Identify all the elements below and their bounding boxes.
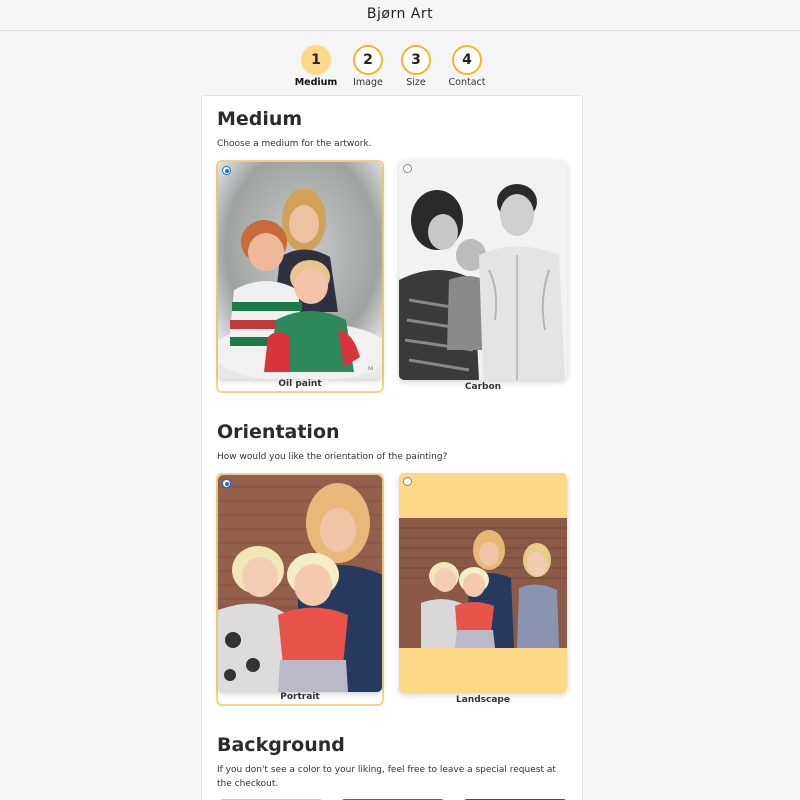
option-label: Portrait xyxy=(280,692,320,702)
step-number: 1 xyxy=(301,45,331,75)
orientation-description: How would you like the orientation of th… xyxy=(217,452,448,462)
top-bar: Bjørn Art xyxy=(0,0,800,31)
orientation-option-portrait[interactable]: Portrait xyxy=(216,473,384,706)
radio-button[interactable] xyxy=(222,166,231,175)
option-label: Landscape xyxy=(456,695,510,705)
background-description: If you don't see a color to your liking,… xyxy=(217,765,556,789)
step-contact[interactable]: 4 Contact xyxy=(437,45,497,88)
orientation-title: Orientation xyxy=(217,421,340,443)
landscape-image xyxy=(399,473,567,693)
radio-button[interactable] xyxy=(403,477,412,486)
carbon-image xyxy=(399,160,567,380)
option-label: Oil paint xyxy=(278,379,322,389)
medium-option-oil-paint[interactable]: M Oil paint xyxy=(216,160,384,393)
option-label: Carbon xyxy=(464,382,502,392)
step-number: 4 xyxy=(452,45,482,75)
radio-button[interactable] xyxy=(403,164,412,173)
step-number: 2 xyxy=(353,45,383,75)
configurator-card: Medium Choose a medium for the artwork. xyxy=(201,95,583,800)
step-label: Contact xyxy=(448,77,486,88)
medium-option-carbon[interactable]: Carbon xyxy=(399,160,567,393)
oil-paint-image: M xyxy=(218,162,382,379)
radio-button[interactable] xyxy=(222,479,231,488)
medium-title: Medium xyxy=(217,108,303,130)
background-title: Background xyxy=(217,734,345,756)
step-label: Medium xyxy=(294,77,338,88)
step-number: 3 xyxy=(401,45,431,75)
medium-description: Choose a medium for the artwork. xyxy=(217,139,372,149)
portrait-image xyxy=(218,475,382,692)
step-medium[interactable]: 1 Medium xyxy=(286,45,346,88)
step-indicator: 1 Medium 2 Image 3 Size 4 Contact xyxy=(0,45,800,91)
orientation-option-landscape[interactable]: Landscape xyxy=(399,473,567,706)
brand-logo[interactable]: Bjørn Art xyxy=(0,6,800,22)
svg-text:M: M xyxy=(368,366,373,372)
